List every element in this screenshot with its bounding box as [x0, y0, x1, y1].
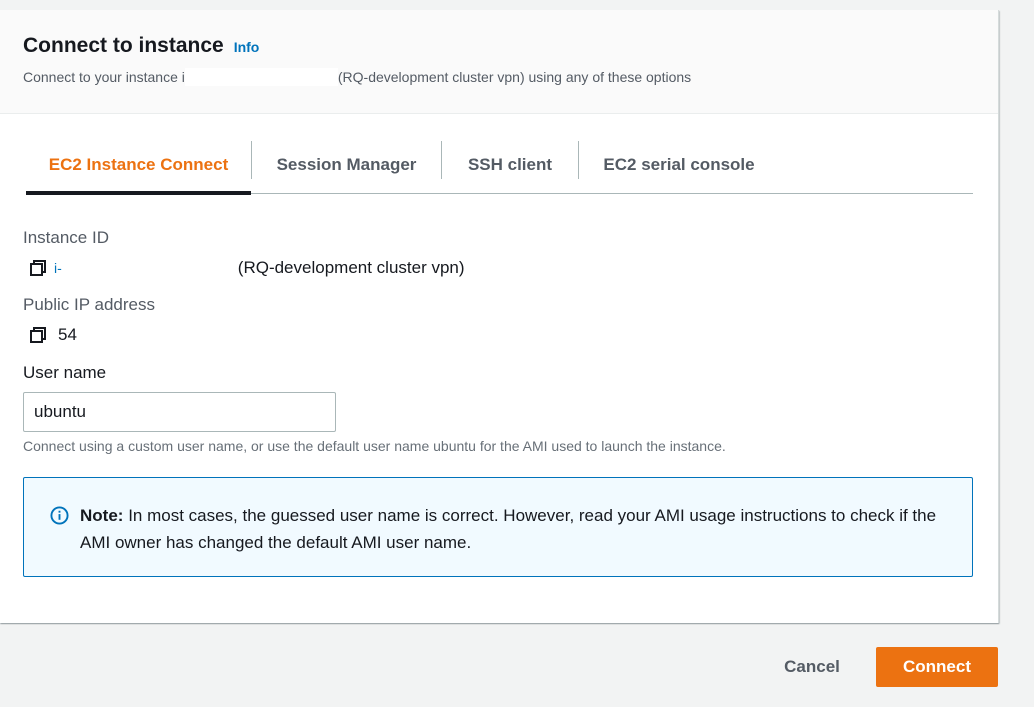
page-title: Connect to instance — [23, 34, 224, 57]
redacted-instance-id — [184, 68, 338, 86]
username-hint: Connect using a custom user name, or use… — [23, 438, 726, 454]
info-link[interactable]: Info — [234, 39, 260, 55]
tab-ec2-instance-connect[interactable]: EC2 Instance Connect — [26, 136, 251, 195]
username-input[interactable] — [23, 392, 336, 432]
public-ip-text: 54 — [58, 325, 77, 344]
connection-method-tabs: EC2 Instance Connect Session Manager SSH… — [26, 136, 973, 195]
instance-id-link[interactable]: i- — [54, 260, 62, 276]
panel-header: Connect to instance Info Connect to your… — [0, 10, 998, 114]
cancel-button[interactable]: Cancel — [770, 647, 854, 687]
instance-id-label: Instance ID — [23, 228, 109, 247]
public-ip-value: 54 — [29, 325, 77, 345]
copy-icon[interactable] — [29, 326, 47, 344]
tab-session-manager[interactable]: Session Manager — [252, 136, 441, 194]
instance-name: (RQ-development cluster vpn) — [237, 258, 465, 277]
page-subtitle: Connect to your instance i (RQ-developmen… — [23, 68, 691, 86]
connect-button[interactable]: Connect — [876, 647, 998, 687]
title-row: Connect to instance Info — [23, 34, 259, 58]
copy-icon[interactable] — [29, 259, 47, 277]
public-ip-label: Public IP address — [23, 295, 155, 314]
tab-ssh-client[interactable]: SSH client — [442, 136, 578, 194]
note-text: Note: In most cases, the guessed user na… — [80, 502, 960, 556]
subtitle-prefix: Connect to your instance i — [23, 69, 185, 85]
note-body: In most cases, the guessed user name is … — [80, 506, 937, 552]
note-bold: Note: — [80, 506, 124, 525]
instance-id-value: i- (RQ-development cluster vpn) — [29, 258, 465, 278]
info-circle-icon — [50, 506, 69, 525]
subtitle-suffix: (RQ-development cluster vpn) using any o… — [337, 69, 692, 85]
note-alert: Note: In most cases, the guessed user na… — [23, 477, 973, 577]
tab-ec2-serial-console[interactable]: EC2 serial console — [579, 136, 779, 194]
username-label: User name — [23, 363, 107, 382]
